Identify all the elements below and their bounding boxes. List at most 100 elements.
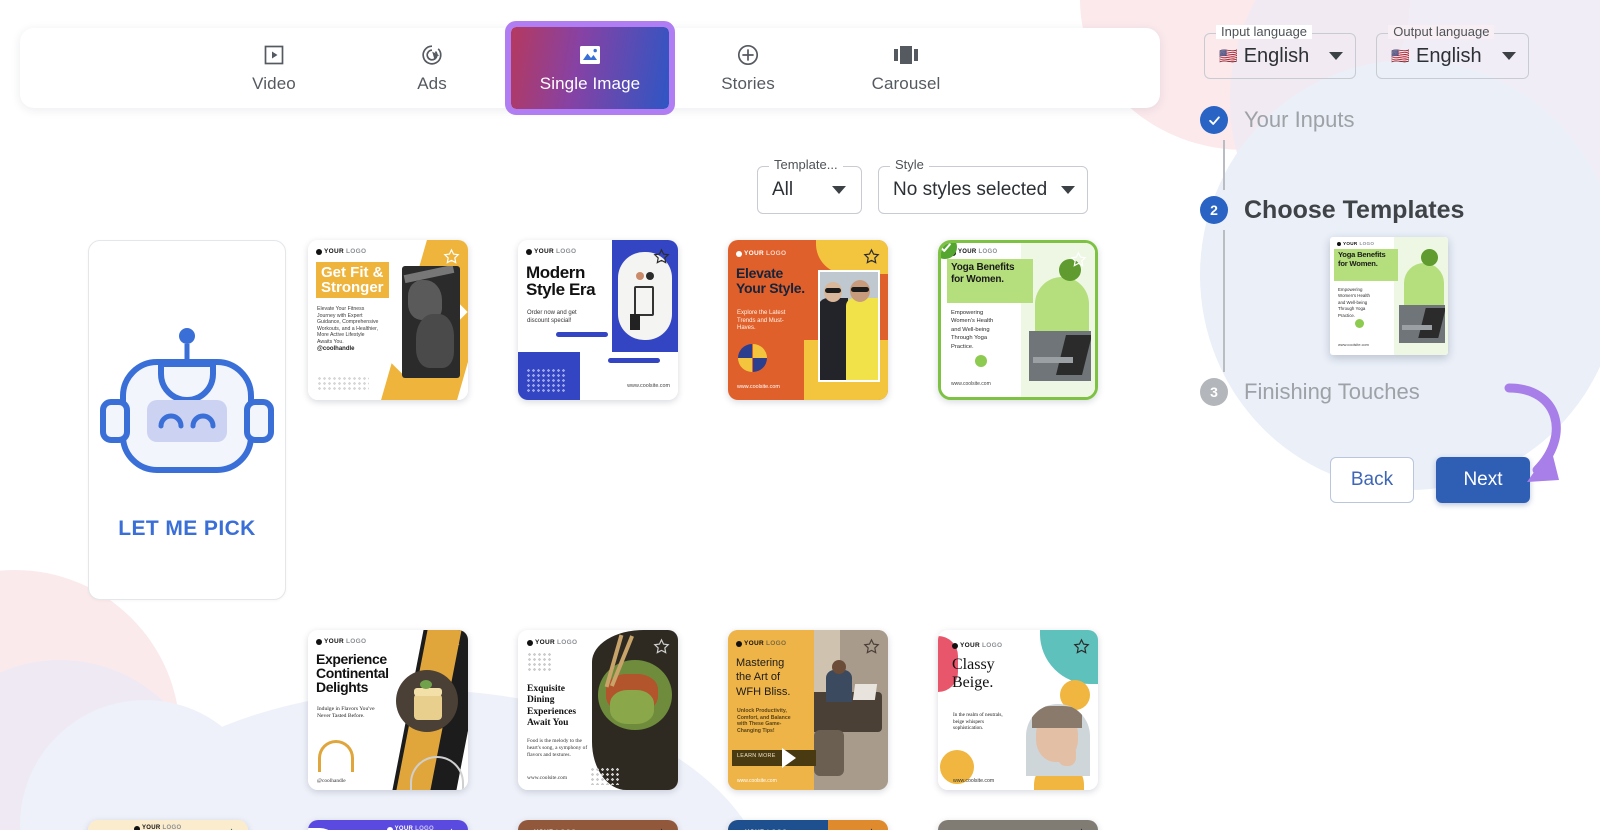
input-language-select[interactable]: Input language 🇺🇸 English xyxy=(1204,25,1357,79)
template-url: www.coolsite.com xyxy=(737,777,777,784)
template-cta: LEARN MORE xyxy=(737,753,776,759)
tab-carousel[interactable]: Carousel xyxy=(827,28,985,108)
template-body: Elevate Your Fitness Journey with Expert… xyxy=(317,306,379,345)
thumb-url: www.coolsite.com xyxy=(1338,342,1369,348)
thumb-logo-brand: YOUR xyxy=(1343,241,1358,246)
style-select[interactable]: Style No styles selected xyxy=(878,158,1089,214)
template-card-get-fit[interactable]: YOUR LOGO Get Fit & Stronger Elevate Your… xyxy=(308,240,468,400)
step-number-badge: 3 xyxy=(1200,378,1228,406)
template-cell: YOUR LOGO Classy Beige. In the realm of n… xyxy=(928,630,1138,790)
template-logo-brand: YOUR xyxy=(324,248,344,255)
template-title: Get Fit & Stronger xyxy=(316,262,389,298)
template-card-good-business-need[interactable]: YOURLOGO Good Business Need We are ready… xyxy=(728,820,888,830)
step-choose-templates[interactable]: 2 Choose Templates xyxy=(1200,190,1600,230)
tab-stories[interactable]: Stories xyxy=(669,28,827,108)
selected-template-preview[interactable]: YOUR LOGO Yoga Benefits for Women. Empowe… xyxy=(1330,237,1448,355)
template-card-classy-beige[interactable]: YOUR LOGO Classy Beige. In the realm of n… xyxy=(938,630,1098,790)
template-card-continental-delights[interactable]: YOUR LOGO Experience Continental Delights… xyxy=(308,630,468,790)
tab-video[interactable]: Video xyxy=(195,28,353,108)
carousel-icon xyxy=(893,42,919,68)
favorite-star-icon[interactable] xyxy=(653,248,670,269)
template-logo-suffix: LOGO xyxy=(981,642,1003,649)
wizard-panel: Input language 🇺🇸 English Output languag… xyxy=(1190,0,1600,830)
chevron-down-icon xyxy=(1061,186,1076,194)
template-card-yoga-benefits[interactable]: YOUR LOGO Yoga Benefits for Women. Empowe… xyxy=(938,240,1098,400)
step-label-your-inputs: Your Inputs xyxy=(1244,107,1355,132)
tab-label-video: Video xyxy=(252,74,296,93)
template-logo-suffix: LOGO xyxy=(555,248,577,255)
chevron-down-icon xyxy=(832,186,846,194)
tab-label-ads: Ads xyxy=(417,74,447,93)
template-url: www.coolsite.com xyxy=(953,777,995,784)
wizard-actions: Back Next xyxy=(1330,457,1530,503)
template-logo-suffix: LOGO xyxy=(556,639,578,646)
image-icon xyxy=(579,42,601,68)
us-flag-icon: 🇺🇸 xyxy=(1219,48,1238,65)
template-card-modern-style-era[interactable]: YOUR LOGO Modern Style Era Order now and … xyxy=(518,240,678,400)
input-language-value: English xyxy=(1243,44,1310,67)
style-legend: Style xyxy=(890,158,929,172)
favorite-star-icon[interactable] xyxy=(1073,638,1090,659)
template-logo-brand: YOUR xyxy=(960,642,980,649)
template-title: Classy Beige. xyxy=(952,656,995,692)
template-title: Mastering the Art of WFH Bliss. xyxy=(736,657,791,698)
template-title: Experience Continental Delights xyxy=(316,651,389,695)
tab-ads[interactable]: Ads xyxy=(353,28,511,108)
template-handle: @coolhandle xyxy=(317,778,346,785)
template-logo-suffix: LOGO xyxy=(978,249,998,255)
template-title: Elevate Your Style. xyxy=(736,265,805,296)
template-url: www.coolsite.com xyxy=(737,384,780,391)
template-grid-row-3: YOURLOGO Yoga Fitness Program Start your… xyxy=(88,820,1138,830)
template-url: www.coolsite.com xyxy=(527,775,568,782)
favorite-star-icon[interactable] xyxy=(443,248,460,269)
template-card-wfh-bliss[interactable]: YOUR LOGO Mastering the Art of WFH Bliss.… xyxy=(728,630,888,790)
template-logo-brand: YOUR xyxy=(324,638,344,645)
favorite-star-icon[interactable] xyxy=(863,248,880,269)
template-body: Food is the melody to the heart's song, … xyxy=(527,738,588,758)
template-logo-suffix: LOGO xyxy=(345,638,367,645)
selected-template-thumbnail: YOUR LOGO Yoga Benefits for Women. Empowe… xyxy=(1330,237,1448,355)
step-your-inputs[interactable]: Your Inputs xyxy=(1200,100,1600,140)
filter-row: Template... All Style No styles selected xyxy=(757,158,1089,214)
template-title: Exquisite Dining Experiences Await You xyxy=(527,684,577,729)
robot-icon xyxy=(97,300,277,495)
template-cell: YOURLOGO Good Business Need We are ready… xyxy=(718,820,928,830)
favorite-star-icon[interactable] xyxy=(653,638,670,659)
template-card-women-bag-collection[interactable]: YOURLOGO WOMEN BAG COLLECTION Let's take… xyxy=(518,820,678,830)
template-cell: YOUR LOGO Modern Style Era Order now and … xyxy=(508,240,718,600)
stepper-connector xyxy=(1223,230,1225,372)
template-grid-row-1: LET ME PICK YOUR LOGO Get Fit & Stronger … xyxy=(88,240,1138,600)
template-cell: YOUR LOGO Elevate Your Style. Explore the… xyxy=(718,240,928,600)
template-title: Yoga Benefits for Women. xyxy=(951,262,1015,285)
app-root: Video Ads Single Image Stories Carousel … xyxy=(0,0,1600,830)
next-button[interactable]: Next xyxy=(1436,457,1530,503)
template-cell: YOURLOGO Yoga Fitness Program Start your… xyxy=(88,820,298,830)
template-card-elevate-your-style[interactable]: YOUR LOGO Elevate Your Style. Explore the… xyxy=(728,240,888,400)
format-tab-bar: Video Ads Single Image Stories Carousel xyxy=(20,21,1160,115)
tab-single-image[interactable]: Single Image xyxy=(505,21,675,115)
favorite-star-icon[interactable] xyxy=(443,638,460,659)
tab-label-carousel: Carousel xyxy=(871,74,941,93)
let-me-pick-card[interactable]: LET ME PICK xyxy=(88,240,286,600)
chevron-down-icon xyxy=(1329,52,1344,60)
output-language-select[interactable]: Output language 🇺🇸 English xyxy=(1376,25,1529,79)
language-selectors: Input language 🇺🇸 English Output languag… xyxy=(1204,25,1529,79)
template-logo-suffix: LOGO xyxy=(162,825,182,830)
template-cell: YOURLOGO Transforming Offices into Inspi… xyxy=(298,820,508,830)
template-type-select[interactable]: Template... All xyxy=(757,158,862,214)
thumb-title: Yoga Benefits for Women. xyxy=(1338,250,1386,268)
template-body: Empowering Women's Health and Well-being… xyxy=(951,310,994,350)
template-card-culinary-haven[interactable]: YOURLOGO Culinary Haven The heart of the… xyxy=(938,820,1098,830)
back-button[interactable]: Back xyxy=(1330,457,1414,503)
template-card-exquisite-dining[interactable]: YOUR LOGO Exquisite Dining Experiences Aw… xyxy=(518,630,678,790)
favorite-star-icon[interactable] xyxy=(1070,251,1087,272)
template-cell: YOUR LOGO Experience Continental Delights… xyxy=(298,630,508,790)
template-body: Explore the Latest Trends and Must-Haves… xyxy=(737,310,786,331)
step-finishing-touches[interactable]: 3 Finishing Touches xyxy=(1200,372,1600,412)
template-cell: YOUR LOGO Exquisite Dining Experiences Aw… xyxy=(508,630,718,790)
output-language-legend: Output language xyxy=(1388,25,1495,39)
favorite-star-icon[interactable] xyxy=(863,638,880,659)
thumb-body: Empowering Women's Health and Well-being… xyxy=(1338,287,1370,318)
template-card-transforming-offices[interactable]: YOURLOGO Transforming Offices into Inspi… xyxy=(308,820,468,830)
template-card-yoga-fitness-program[interactable]: YOURLOGO Yoga Fitness Program Start your… xyxy=(88,820,248,830)
